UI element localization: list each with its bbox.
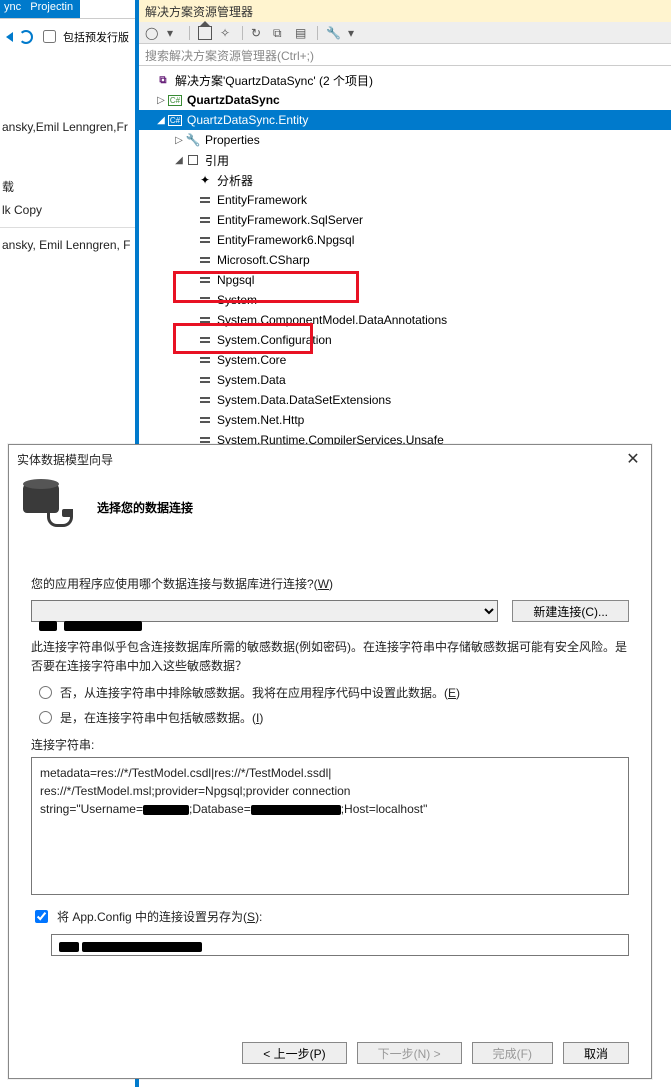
reference-label: EntityFramework	[217, 193, 307, 207]
reference-label: System.Configuration	[217, 333, 332, 347]
entity-wizard-dialog: 实体数据模型向导 ✕ 选择您的数据连接 您的应用程序应使用哪个数据连接与数据库进…	[8, 444, 652, 1079]
assembly-icon	[197, 393, 213, 407]
reference-node[interactable]: EntityFramework	[139, 190, 671, 210]
wrench-icon: 🔧	[185, 133, 201, 147]
node-label: 分析器	[217, 172, 253, 189]
package-text: 载	[0, 174, 135, 199]
cancel-button[interactable]: 取消	[563, 1042, 629, 1064]
include-sensitive-radio[interactable]: 是，在连接字符串中包括敏感数据。(I)	[39, 709, 629, 726]
wrench-icon[interactable]: 🔧	[326, 26, 340, 40]
node-label: Properties	[205, 133, 260, 147]
close-icon[interactable]: ✕	[623, 449, 643, 469]
warning-text: 此连接字符串似乎包含连接数据库所需的敏感数据(例如密码)。在连接字符串中存储敏感…	[31, 638, 629, 676]
save-config-checkbox[interactable]: 将 App.Config 中的连接设置另存为(S):	[31, 907, 629, 926]
solution-label: 解决方案'QuartzDataSync' (2 个项目)	[175, 72, 373, 89]
collapse-icon[interactable]: ◢	[173, 155, 185, 166]
connection-string-textarea[interactable]: metadata=res://*/TestModel.csdl|res://*/…	[31, 757, 629, 895]
dialog-title: 实体数据模型向导	[17, 451, 113, 468]
nav-icon[interactable]: ◯	[145, 26, 159, 40]
project-label: QuartzDataSync	[187, 93, 280, 107]
reference-node[interactable]: System.Data.DataSetExtensions	[139, 390, 671, 410]
solution-icon: ⧉	[155, 73, 171, 87]
reference-label: EntityFramework.SqlServer	[217, 213, 363, 227]
references-icon	[185, 153, 201, 167]
package-author-text: ansky, Emil Lenngren, F	[0, 234, 135, 256]
assembly-icon	[197, 413, 213, 427]
project-node-selected[interactable]: ◢ C# QuartzDataSync.Entity	[139, 110, 671, 130]
connection-select[interactable]	[31, 600, 498, 622]
show-icon[interactable]: ▤	[295, 26, 309, 40]
reference-node[interactable]: EntityFramework6.Npgsql	[139, 230, 671, 250]
exclude-sensitive-radio[interactable]: 否，从连接字符串中排除敏感数据。我将在应用程序代码中设置此数据。(E)	[39, 684, 629, 701]
csproj-icon: C#	[167, 93, 183, 107]
collapse-icon[interactable]: ⧉	[273, 26, 287, 40]
package-author-text: ansky,Emil Lenngren,Fr	[0, 116, 135, 138]
reference-label: System.Data.DataSetExtensions	[217, 393, 391, 407]
reference-label: System.Core	[217, 353, 286, 367]
reference-label: System.ComponentModel.DataAnnotations	[217, 313, 447, 327]
connection-question: 您的应用程序应使用哪个数据连接与数据库进行连接?(W)	[31, 575, 629, 592]
prev-button[interactable]: < 上一步(P)	[242, 1042, 346, 1064]
reference-node[interactable]: Microsoft.CSharp	[139, 250, 671, 270]
collapse-icon[interactable]: ◢	[155, 115, 167, 126]
home-icon[interactable]	[198, 26, 212, 40]
next-button: 下一步(N) >	[357, 1042, 462, 1064]
nav-icon[interactable]: ▾	[167, 26, 181, 40]
node-label: 引用	[205, 152, 229, 169]
reference-node[interactable]: System.Configuration	[139, 330, 671, 350]
reference-label: System.Data	[217, 373, 286, 387]
assembly-icon	[197, 373, 213, 387]
panel-title: 解决方案资源管理器	[139, 0, 671, 22]
scope-icon[interactable]: ✧	[220, 26, 234, 40]
finish-button: 完成(F)	[472, 1042, 553, 1064]
reference-node[interactable]: System.Net.Http	[139, 410, 671, 430]
editor-tab-label: ync	[4, 1, 21, 13]
analyzer-icon: ✦	[197, 173, 213, 187]
solution-node[interactable]: ⧉ 解决方案'QuartzDataSync' (2 个项目)	[139, 70, 671, 90]
expand-icon[interactable]: ▷	[173, 135, 185, 146]
refresh-icon[interactable]: ↻	[251, 26, 265, 40]
reference-node[interactable]: Npgsql	[139, 270, 671, 290]
config-name-input[interactable]	[51, 934, 629, 956]
assembly-icon	[197, 273, 213, 287]
reference-label: EntityFramework6.Npgsql	[217, 233, 354, 247]
include-prerelease-checkbox[interactable]: 包括预发行版	[39, 27, 129, 46]
assembly-icon	[197, 213, 213, 227]
reference-label: System.Net.Http	[217, 413, 304, 427]
package-text: lk Copy	[0, 199, 135, 221]
reference-node[interactable]: System.Core	[139, 350, 671, 370]
reference-node[interactable]: System	[139, 290, 671, 310]
solution-search-input[interactable]: 搜索解决方案资源管理器(Ctrl+;)	[139, 44, 671, 66]
wizard-footer: < 上一步(P) 下一步(N) > 完成(F) 取消	[242, 1042, 629, 1064]
assembly-icon	[197, 233, 213, 247]
reference-node[interactable]: System.ComponentModel.DataAnnotations	[139, 310, 671, 330]
csproj-icon: C#	[167, 113, 183, 127]
reference-label: Npgsql	[217, 273, 254, 287]
back-icon[interactable]	[6, 32, 13, 42]
reference-node[interactable]: System.Data	[139, 370, 671, 390]
assembly-icon	[197, 353, 213, 367]
project-label: QuartzDataSync.Entity	[187, 113, 308, 127]
reference-label: System	[217, 293, 257, 307]
editor-tab[interactable]: ync Projectin	[0, 0, 80, 18]
wizard-heading: 选择您的数据连接	[97, 499, 193, 516]
connstring-label: 连接字符串:	[31, 736, 629, 753]
assembly-icon	[197, 313, 213, 327]
database-icon	[19, 479, 81, 535]
analyzer-node[interactable]: ✦ 分析器	[139, 170, 671, 190]
new-connection-button[interactable]: 新建连接(C)...	[512, 600, 629, 622]
assembly-icon	[197, 293, 213, 307]
assembly-icon	[197, 253, 213, 267]
project-node[interactable]: ▷ C# QuartzDataSync	[139, 90, 671, 110]
references-node[interactable]: ◢ 引用	[139, 150, 671, 170]
assembly-icon	[197, 333, 213, 347]
dropdown-icon[interactable]: ▾	[348, 26, 362, 40]
solution-explorer-toolbar: ◯ ▾ ✧ ↻ ⧉ ▤ 🔧 ▾	[139, 22, 671, 44]
reference-node[interactable]: EntityFramework.SqlServer	[139, 210, 671, 230]
properties-node[interactable]: ▷ 🔧 Properties	[139, 130, 671, 150]
refresh-icon[interactable]	[19, 30, 33, 44]
expand-icon[interactable]: ▷	[155, 95, 167, 106]
assembly-icon	[197, 193, 213, 207]
reference-label: Microsoft.CSharp	[217, 253, 310, 267]
